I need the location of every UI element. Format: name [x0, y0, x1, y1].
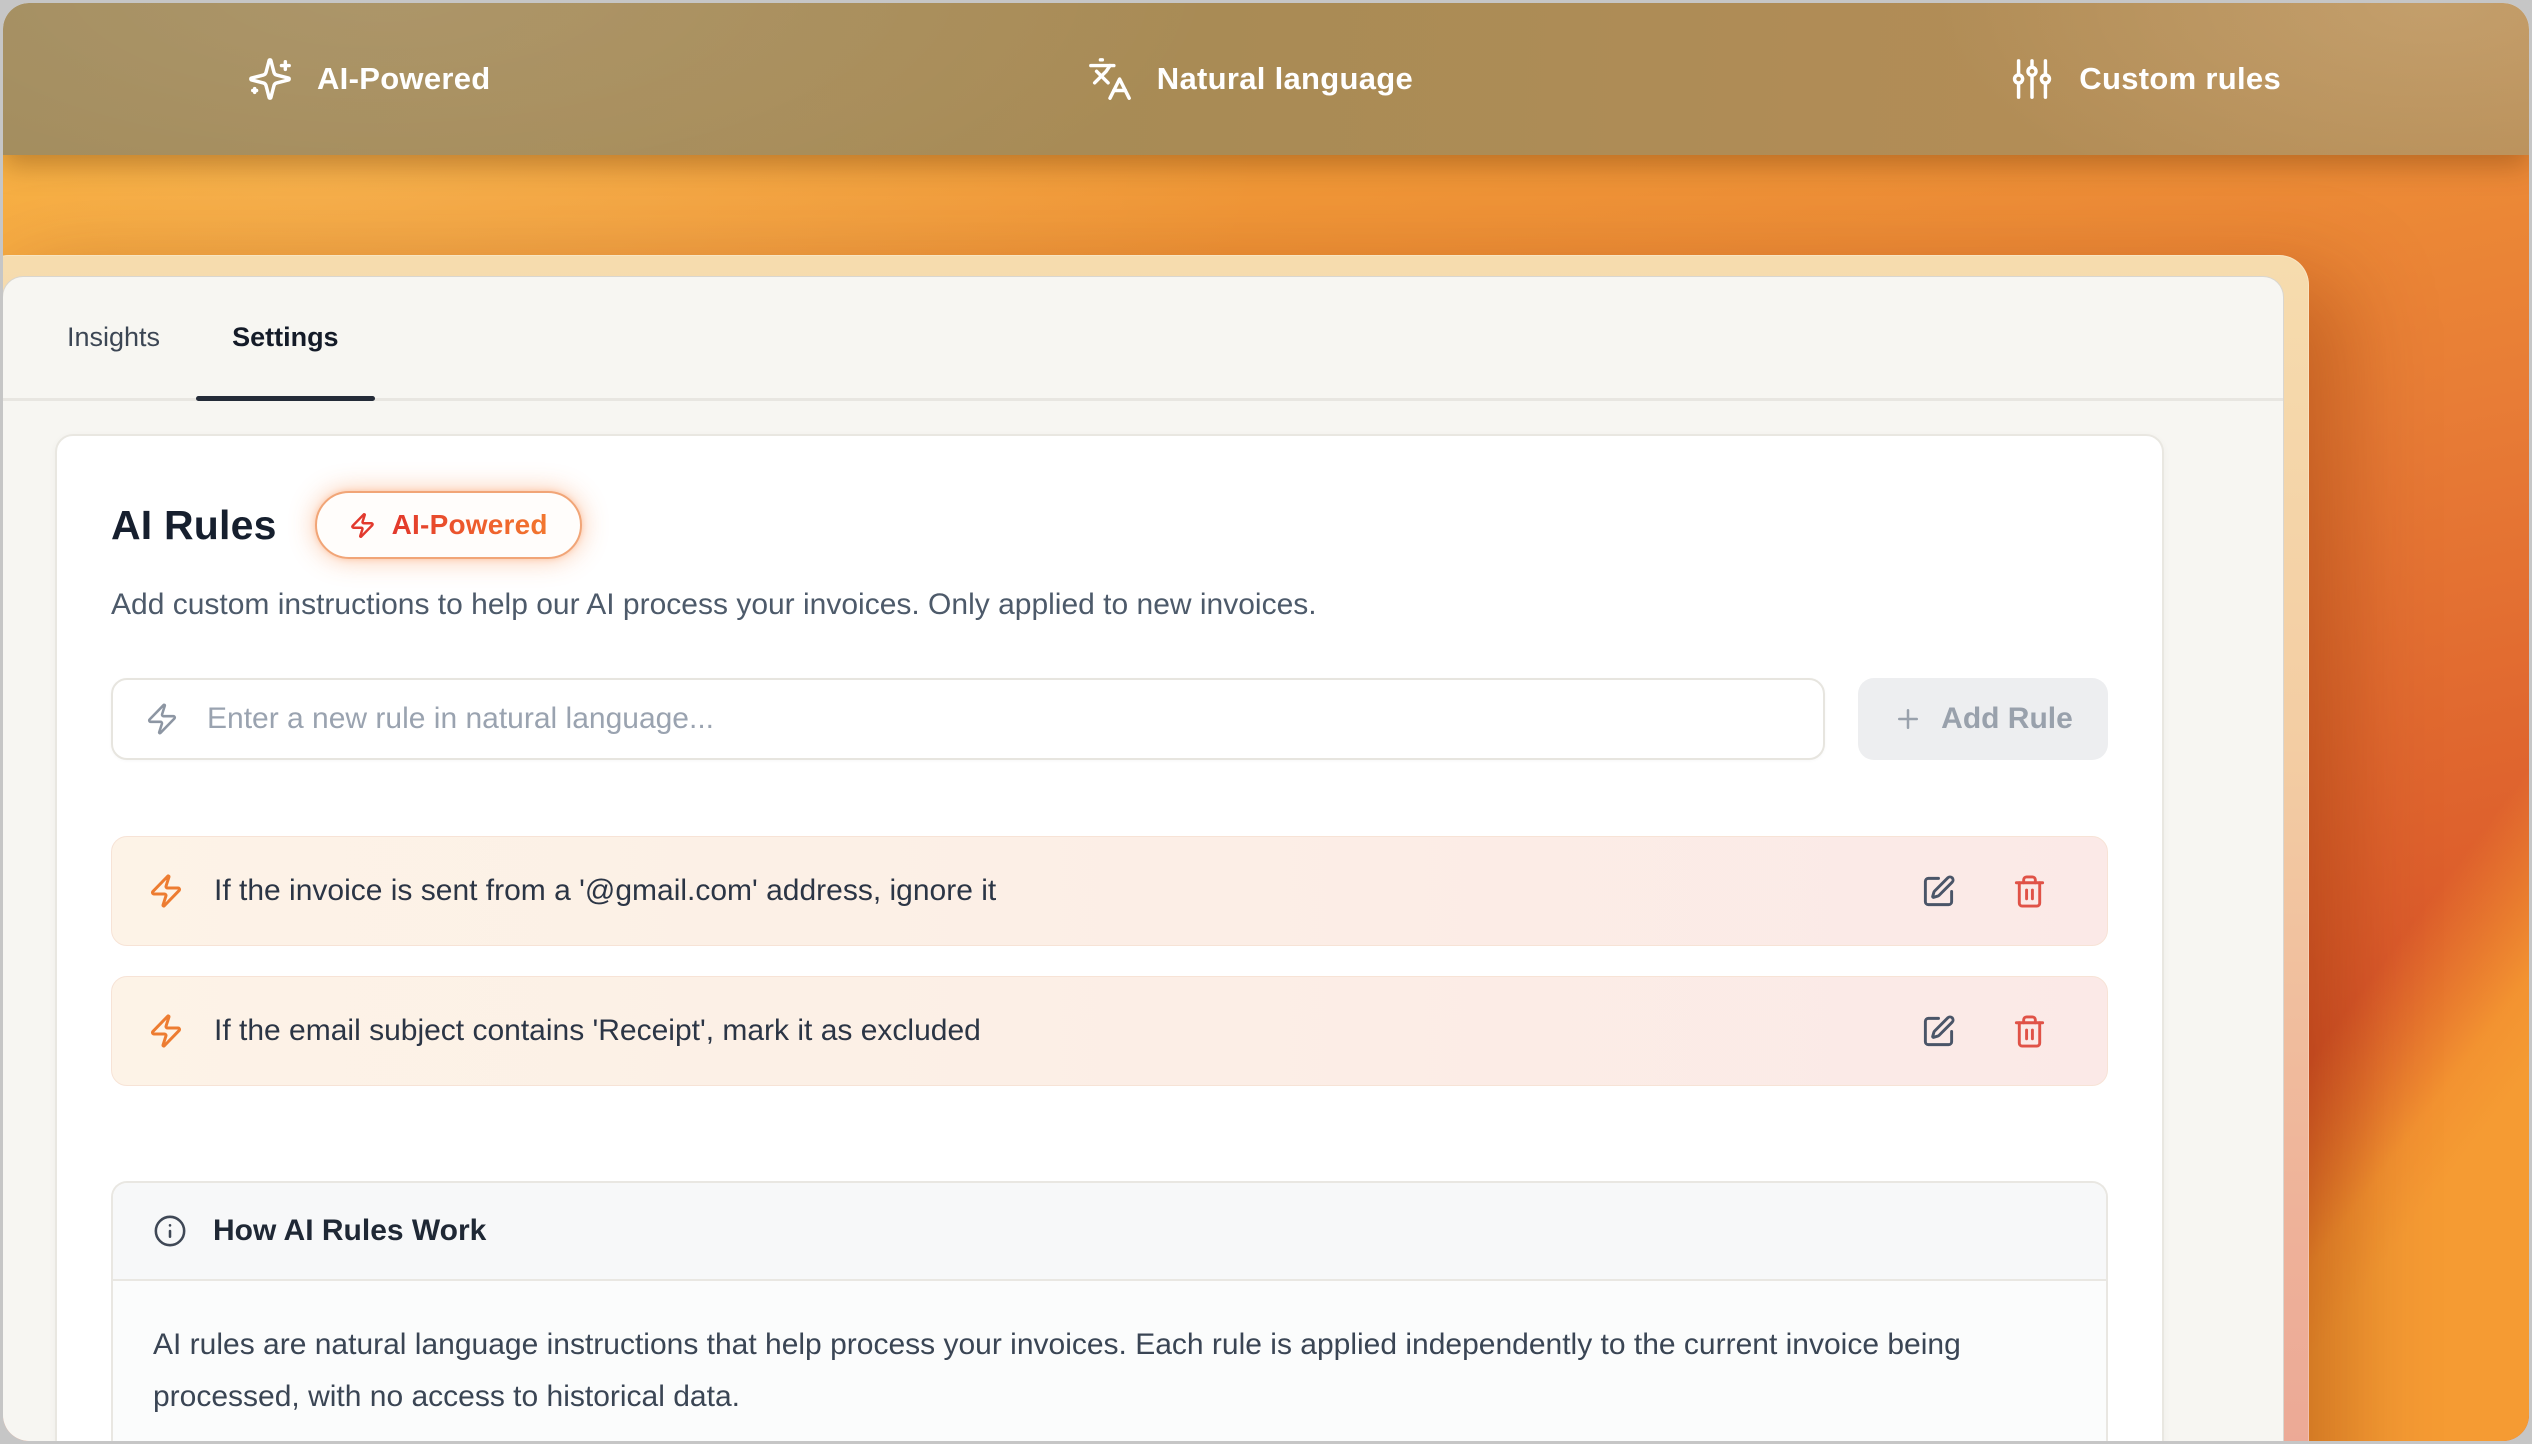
rule-text: If the email subject contains 'Receipt',… — [214, 1014, 981, 1048]
feature-ai-powered: AI-Powered — [247, 56, 491, 102]
zap-icon — [148, 1013, 184, 1049]
delete-rule-button[interactable] — [2006, 868, 2053, 915]
badge-label: AI-Powered — [392, 509, 548, 541]
plus-icon — [1893, 704, 1923, 734]
new-rule-input-wrapper — [111, 678, 1825, 760]
window-content: Insights Settings AI Rules AI-Powered — [3, 277, 2283, 1441]
new-rule-row: Add Rule — [111, 678, 2108, 760]
tab-settings[interactable]: Settings — [196, 277, 375, 398]
tab-label: Settings — [232, 322, 339, 353]
ai-powered-badge: AI-Powered — [315, 491, 582, 559]
edit-icon — [1921, 1014, 1956, 1049]
zap-icon — [148, 873, 184, 909]
edit-rule-button[interactable] — [1915, 868, 1962, 915]
trash-icon — [2012, 874, 2047, 909]
card-heading-row: AI Rules AI-Powered — [111, 490, 2108, 560]
sliders-icon — [2009, 56, 2055, 102]
rule-actions — [1915, 868, 2071, 915]
rule-text: If the invoice is sent from a '@gmail.co… — [214, 874, 996, 908]
card-description: Add custom instructions to help our AI p… — [111, 588, 2108, 622]
zap-icon — [145, 702, 179, 736]
add-rule-label: Add Rule — [1941, 702, 2073, 736]
tab-label: Insights — [67, 322, 160, 353]
screenshot-canvas: AI-Powered Natural language Custom rules… — [3, 3, 2529, 1441]
tab-bar: Insights Settings — [3, 277, 2283, 401]
feature-custom-rules: Custom rules — [2009, 56, 2281, 102]
add-rule-button[interactable]: Add Rule — [1858, 678, 2108, 760]
ai-rules-card: AI Rules AI-Powered Add custom instructi… — [55, 434, 2164, 1441]
feature-label: AI-Powered — [317, 61, 491, 97]
tab-insights[interactable]: Insights — [31, 277, 196, 398]
how-box-body: AI rules are natural language instructio… — [113, 1281, 2106, 1441]
page-title: AI Rules — [111, 502, 277, 549]
sparkles-icon — [247, 56, 293, 102]
app-window: Insights Settings AI Rules AI-Powered — [3, 255, 2309, 1441]
feature-label: Custom rules — [2079, 61, 2281, 97]
how-box-header: How AI Rules Work — [113, 1183, 2106, 1281]
rule-actions — [1915, 1008, 2071, 1055]
zap-icon — [349, 512, 376, 539]
feature-label: Natural language — [1157, 61, 1413, 97]
edit-icon — [1921, 874, 1956, 909]
delete-rule-button[interactable] — [2006, 1008, 2053, 1055]
rule-row: If the email subject contains 'Receipt',… — [111, 976, 2108, 1086]
feature-bar: AI-Powered Natural language Custom rules — [3, 3, 2529, 155]
how-ai-rules-work-box: How AI Rules Work AI rules are natural l… — [111, 1181, 2108, 1441]
how-box-title: How AI Rules Work — [213, 1214, 486, 1248]
new-rule-input[interactable] — [205, 701, 1791, 737]
rule-row: If the invoice is sent from a '@gmail.co… — [111, 836, 2108, 946]
edit-rule-button[interactable] — [1915, 1008, 1962, 1055]
rules-list: If the invoice is sent from a '@gmail.co… — [111, 836, 2108, 1086]
info-icon — [153, 1214, 187, 1248]
feature-natural-language: Natural language — [1087, 56, 1413, 102]
trash-icon — [2012, 1014, 2047, 1049]
languages-icon — [1087, 56, 1133, 102]
